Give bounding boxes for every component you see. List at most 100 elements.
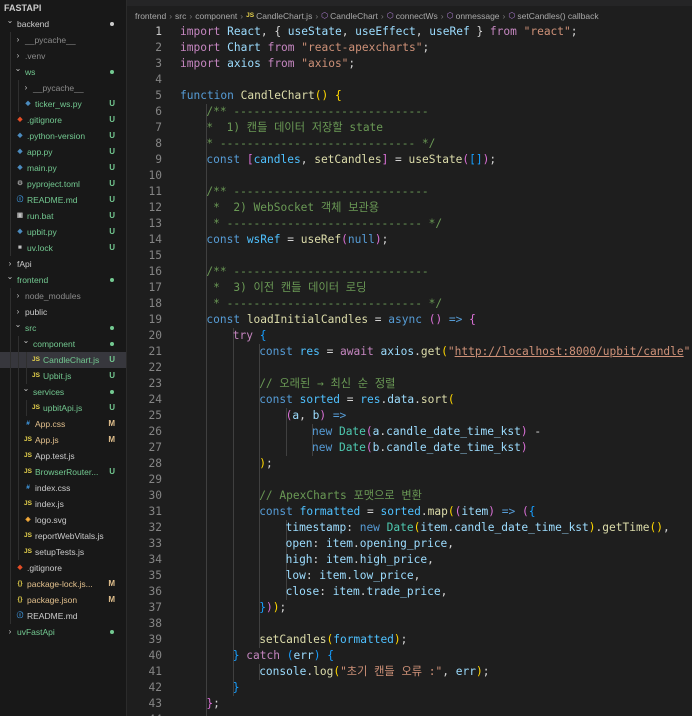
code-line[interactable]: 18 * ----------------------------- */ [127, 296, 692, 312]
breadcrumb-segment[interactable]: frontend [135, 11, 166, 21]
file-row[interactable]: ■ uv.lock U [0, 240, 126, 256]
file-row[interactable]: ◆ main.py U [0, 160, 126, 176]
code-line[interactable]: 3 import axios from "axios"; [127, 56, 692, 72]
code-line[interactable]: 26 new Date(a.candle_date_time_kst) - [127, 424, 692, 440]
code-line[interactable]: 7 * 1) 캔들 데이터 저장할 state [127, 120, 692, 136]
folder-row[interactable]: › public [0, 304, 126, 320]
file-row[interactable]: ▣ run.bat U [0, 208, 126, 224]
file-row[interactable]: JS CandleChart.js U [0, 352, 126, 368]
file-row[interactable]: JS index.js [0, 496, 126, 512]
chevron-right-icon[interactable]: › [22, 80, 30, 96]
code-line[interactable]: 6 /** ----------------------------- [127, 104, 692, 120]
code-line[interactable]: 21 const res = await axios.get("http://lo… [127, 344, 692, 360]
code-line[interactable]: 22 [127, 360, 692, 376]
folder-row[interactable]: › node_modules [0, 288, 126, 304]
folder-row[interactable]: › __pycache__ [0, 32, 126, 48]
chevron-down-icon[interactable]: ⌄ [22, 336, 30, 349]
chevron-right-icon[interactable]: › [6, 256, 14, 272]
file-row[interactable]: ⚙ pyproject.toml U [0, 176, 126, 192]
code-line[interactable]: 25 (a, b) => [127, 408, 692, 424]
code-line[interactable]: 42} [127, 680, 692, 696]
chevron-down-icon[interactable]: ⌄ [14, 64, 22, 77]
breadcrumb-segment[interactable]: CandleChart [330, 11, 378, 21]
code-line[interactable]: 31 const formatted = sorted.map((item) =>… [127, 504, 692, 520]
folder-row[interactable]: › uvFastApi [0, 624, 126, 640]
code-line[interactable]: 8 * ----------------------------- */ [127, 136, 692, 152]
breadcrumb-segment[interactable]: component [195, 11, 237, 21]
chevron-right-icon[interactable]: › [14, 48, 22, 64]
code-line[interactable]: 19 const loadInitialCandles = async () =>… [127, 312, 692, 328]
code-line[interactable]: 38 [127, 616, 692, 632]
code-line[interactable]: 11 /** ----------------------------- [127, 184, 692, 200]
file-row[interactable]: ◆ .python-version U [0, 128, 126, 144]
file-row[interactable]: JS BrowserRouter... U [0, 464, 126, 480]
code-line[interactable]: 29 [127, 472, 692, 488]
file-row[interactable]: ◆ upbit.py U [0, 224, 126, 240]
chevron-down-icon[interactable]: ⌄ [14, 320, 22, 333]
code-line[interactable]: 14 const wsRef = useRef(null); [127, 232, 692, 248]
file-row[interactable]: JS reportWebVitals.js [0, 528, 126, 544]
code-line[interactable]: 16 /** ----------------------------- [127, 264, 692, 280]
file-row[interactable]: JS App.test.js [0, 448, 126, 464]
file-row[interactable]: JS App.js M [0, 432, 126, 448]
code-line[interactable]: 36 close: item.trade_price, [127, 584, 692, 600]
code-line[interactable]: 24 const sorted = res.data.sort( [127, 392, 692, 408]
file-row[interactable]: ⓘ README.md [0, 608, 126, 624]
chevron-down-icon[interactable]: ⌄ [22, 384, 30, 397]
folder-row[interactable]: ⌄ ws [0, 64, 126, 80]
folder-row[interactable]: ⌄ services [0, 384, 126, 400]
code-line[interactable]: 20 try { [127, 328, 692, 344]
code-line[interactable]: 2 import Chart from "react-apexcharts"; [127, 40, 692, 56]
file-row[interactable]: ⓘ README.md U [0, 192, 126, 208]
code-line[interactable]: 44 [127, 712, 692, 716]
breadcrumb-segment[interactable]: src [175, 11, 186, 21]
code-line[interactable]: 34 high: item.high_price, [127, 552, 692, 568]
code-line[interactable]: 15 [127, 248, 692, 264]
code-line[interactable]: 39 setCandles(formatted); [127, 632, 692, 648]
folder-row[interactable]: › fApi [0, 256, 126, 272]
code-line[interactable]: 35 low: item.low_price, [127, 568, 692, 584]
explorer-root-title[interactable]: FASTAPI [0, 0, 126, 16]
chevron-right-icon[interactable]: › [14, 304, 22, 320]
folder-row[interactable]: ⌄ frontend [0, 272, 126, 288]
code-line[interactable]: 33 open: item.opening_price, [127, 536, 692, 552]
folder-row[interactable]: ⌄ component [0, 336, 126, 352]
chevron-down-icon[interactable]: ⌄ [6, 272, 14, 285]
code-line[interactable]: 13 * ----------------------------- */ [127, 216, 692, 232]
code-line[interactable]: 1 import React, { useState, useEffect, us… [127, 24, 692, 40]
breadcrumb-segment[interactable]: setCandles() callback [517, 11, 598, 21]
file-row[interactable]: ◆ app.py U [0, 144, 126, 160]
code-line[interactable]: 40} catch (err) { [127, 648, 692, 664]
code-line[interactable]: 12 * 2) WebSocket 객체 보관용 [127, 200, 692, 216]
chevron-right-icon[interactable]: › [6, 624, 14, 640]
code-line[interactable]: 30 // ApexCharts 포맷으로 변환 [127, 488, 692, 504]
file-row[interactable]: # index.css [0, 480, 126, 496]
breadcrumb-segment[interactable]: CandleChart.js [256, 11, 312, 21]
file-row[interactable]: JS upbitApi.js U [0, 400, 126, 416]
folder-row[interactable]: › .venv [0, 48, 126, 64]
code-line[interactable]: 41 console.log("초기 캔들 오류 :", err); [127, 664, 692, 680]
file-row[interactable]: JS setupTests.js [0, 544, 126, 560]
file-row[interactable]: {} package.json M [0, 592, 126, 608]
folder-row[interactable]: › __pycache__ [0, 80, 126, 96]
breadcrumb-segment[interactable]: connectWs [396, 11, 438, 21]
chevron-down-icon[interactable]: ⌄ [6, 16, 14, 29]
code-line[interactable]: 17 * 3) 이전 캔들 데이터 로딩 [127, 280, 692, 296]
file-row[interactable]: ◆ .gitignore [0, 560, 126, 576]
code-line[interactable]: 27 new Date(b.candle_date_time_kst) [127, 440, 692, 456]
code-line[interactable]: 28); [127, 456, 692, 472]
file-row[interactable]: ◆ ticker_ws.py U [0, 96, 126, 112]
file-row[interactable]: {} package-lock.js... M [0, 576, 126, 592]
code-line[interactable]: 5 function CandleChart() { [127, 88, 692, 104]
code-line[interactable]: 10 [127, 168, 692, 184]
code-line[interactable]: 32 timestamp: new Date(item.candle_date_t… [127, 520, 692, 536]
file-row[interactable]: JS Upbit.js U [0, 368, 126, 384]
chevron-right-icon[interactable]: › [14, 288, 22, 304]
folder-row[interactable]: ⌄ src [0, 320, 126, 336]
file-row[interactable]: ◈ logo.svg [0, 512, 126, 528]
folder-row[interactable]: ⌄ backend [0, 16, 126, 32]
code-editor[interactable]: 1 import React, { useState, useEffect, us… [127, 24, 692, 716]
code-line[interactable]: 43}; [127, 696, 692, 712]
breadcrumb-segment[interactable]: onmessage [456, 11, 500, 21]
file-row[interactable]: # App.css M [0, 416, 126, 432]
